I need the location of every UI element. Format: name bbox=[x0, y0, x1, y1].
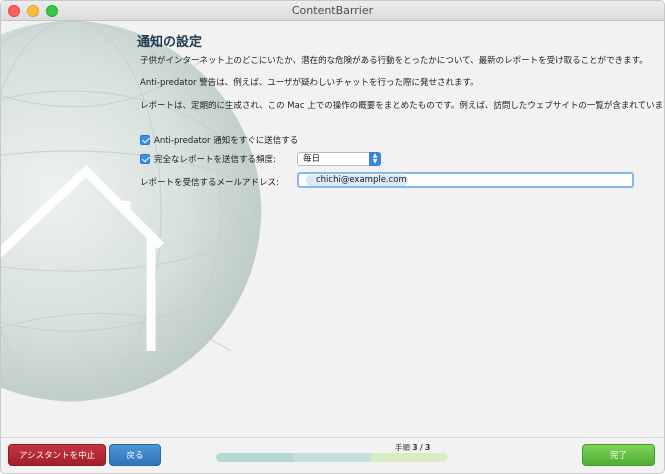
full-report-checkbox[interactable] bbox=[140, 154, 150, 164]
full-report-checkbox-label: 完全なレポートを送信する頻度: bbox=[154, 155, 276, 165]
full-report-option[interactable]: 完全なレポートを送信する頻度: bbox=[140, 153, 276, 165]
progress-segment-2 bbox=[293, 453, 371, 462]
step-prefix: 手順 bbox=[395, 443, 410, 452]
report-frequency-select[interactable]: 毎日 ▲ ▼ bbox=[297, 152, 381, 166]
step-current: 3 bbox=[412, 443, 418, 452]
title-bar: ContentBarrier bbox=[1, 1, 664, 21]
progress-segment-1 bbox=[216, 453, 294, 462]
intro-paragraph: 子供がインターネット上のどこにいたか、潜在的な危険がある行動をとったかについて、… bbox=[140, 56, 648, 66]
window-title: ContentBarrier bbox=[291, 4, 374, 17]
back-button[interactable]: 戻る bbox=[109, 444, 161, 466]
step-separator: / bbox=[420, 443, 423, 452]
abort-assistant-button[interactable]: アシスタントを中止 bbox=[8, 444, 106, 466]
done-button[interactable]: 完了 bbox=[582, 444, 655, 466]
report-frequency-value: 毎日 bbox=[303, 154, 321, 164]
step-indicator: 手順 3 / 3 bbox=[395, 442, 430, 453]
step-total: 3 bbox=[425, 443, 431, 452]
anti-predator-checkbox-label: Anti-predator 通知をすぐに送信する bbox=[154, 136, 299, 146]
email-field[interactable]: chichi@example.com bbox=[297, 172, 634, 188]
email-field-label: レポートを受信するメールアドレス: bbox=[140, 178, 279, 188]
anti-predator-checkbox[interactable] bbox=[140, 135, 150, 145]
anti-predator-option[interactable]: Anti-predator 通知をすぐに送信する bbox=[140, 134, 298, 146]
select-arrows-icon: ▲ ▼ bbox=[369, 152, 381, 166]
app-window: ContentBarrier 通知の設定 子供がインターネット上のどこにいたか、… bbox=[0, 0, 665, 474]
report-paragraph: レポートは、定期的に生成され、この Mac 上での操作の概要をまとめたものです。… bbox=[140, 101, 665, 111]
anti-predator-paragraph: Anti-predator 警告は、例えば、ユーザが疑わしいチャットを行った際に… bbox=[140, 78, 479, 88]
email-token[interactable]: chichi@example.com bbox=[306, 175, 408, 186]
progress-segment-3 bbox=[370, 453, 448, 462]
footer-divider bbox=[1, 437, 664, 438]
page-title: 通知の設定 bbox=[137, 35, 203, 50]
step-progress-bar bbox=[216, 453, 448, 462]
